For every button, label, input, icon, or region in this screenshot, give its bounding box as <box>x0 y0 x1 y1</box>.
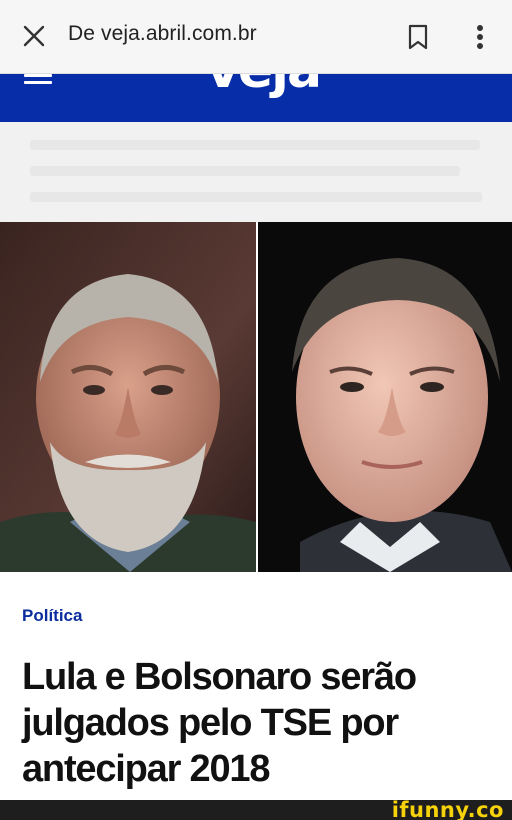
ad-banner[interactable] <box>0 122 512 222</box>
bookmark-icon <box>408 24 428 50</box>
site-logo[interactable]: veja <box>206 74 322 96</box>
ad-placeholder-line <box>30 140 480 150</box>
article-photo[interactable] <box>0 222 512 572</box>
ad-placeholder-line <box>30 192 482 202</box>
url-display[interactable]: De veja.abril.com.br <box>68 22 257 46</box>
ad-placeholder-line <box>30 166 460 176</box>
close-button[interactable] <box>18 20 50 52</box>
portrait-illustration <box>0 222 512 572</box>
site-header: veja <box>0 74 512 122</box>
watermark-logo: ifunny.co <box>391 798 504 820</box>
bookmark-button[interactable] <box>402 20 434 54</box>
article-headline[interactable]: Lula e Bolsonaro serão julgados pelo TSE… <box>22 654 492 792</box>
close-icon <box>23 25 45 47</box>
browser-toolbar: De veja.abril.com.br <box>0 0 512 74</box>
article-category[interactable]: Política <box>22 606 82 626</box>
more-options-button[interactable] <box>466 20 494 54</box>
more-vert-icon <box>477 25 483 49</box>
hamburger-icon[interactable] <box>24 74 52 90</box>
